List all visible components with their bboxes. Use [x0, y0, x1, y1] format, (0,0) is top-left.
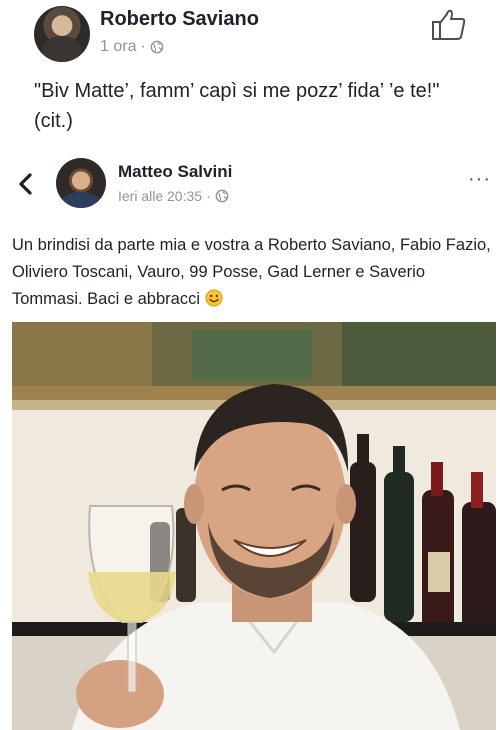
thumbs-up-icon[interactable]	[430, 8, 468, 42]
post-time[interactable]: Ieri alle 20:35	[118, 188, 202, 204]
post-time[interactable]: 1 ora	[100, 38, 136, 56]
more-options-button[interactable]: ···	[468, 169, 491, 189]
post-meta: Ieri alle 20:35 ·	[118, 188, 229, 204]
globe-icon	[150, 40, 164, 54]
outer-post: Roberto Saviano 1 ora · "Biv Matte’, fam…	[0, 0, 500, 148]
author-name[interactable]: Roberto Saviano	[100, 8, 259, 31]
avatar[interactable]	[56, 158, 106, 208]
status-text: Un brindisi da parte mia e vostra a Robe…	[12, 236, 491, 308]
author-name[interactable]: Matteo Salvini	[118, 162, 232, 182]
shared-post-screenshot: Matteo Salvini Ieri alle 20:35 · ··· Un …	[0, 150, 500, 730]
post-status-text: "Biv Matte’, famm’ capì si me pozz’ fida…	[34, 80, 440, 132]
post-meta: 1 ora ·	[100, 38, 164, 56]
meta-separator: ·	[140, 38, 146, 55]
chevron-left-icon[interactable]	[16, 172, 36, 196]
smiley-icon	[205, 289, 223, 307]
avatar[interactable]	[34, 6, 90, 62]
globe-icon	[215, 189, 229, 203]
post-photo[interactable]	[12, 322, 496, 730]
meta-separator: ·	[206, 188, 211, 204]
post-status-text: Un brindisi da parte mia e vostra a Robe…	[12, 232, 492, 313]
